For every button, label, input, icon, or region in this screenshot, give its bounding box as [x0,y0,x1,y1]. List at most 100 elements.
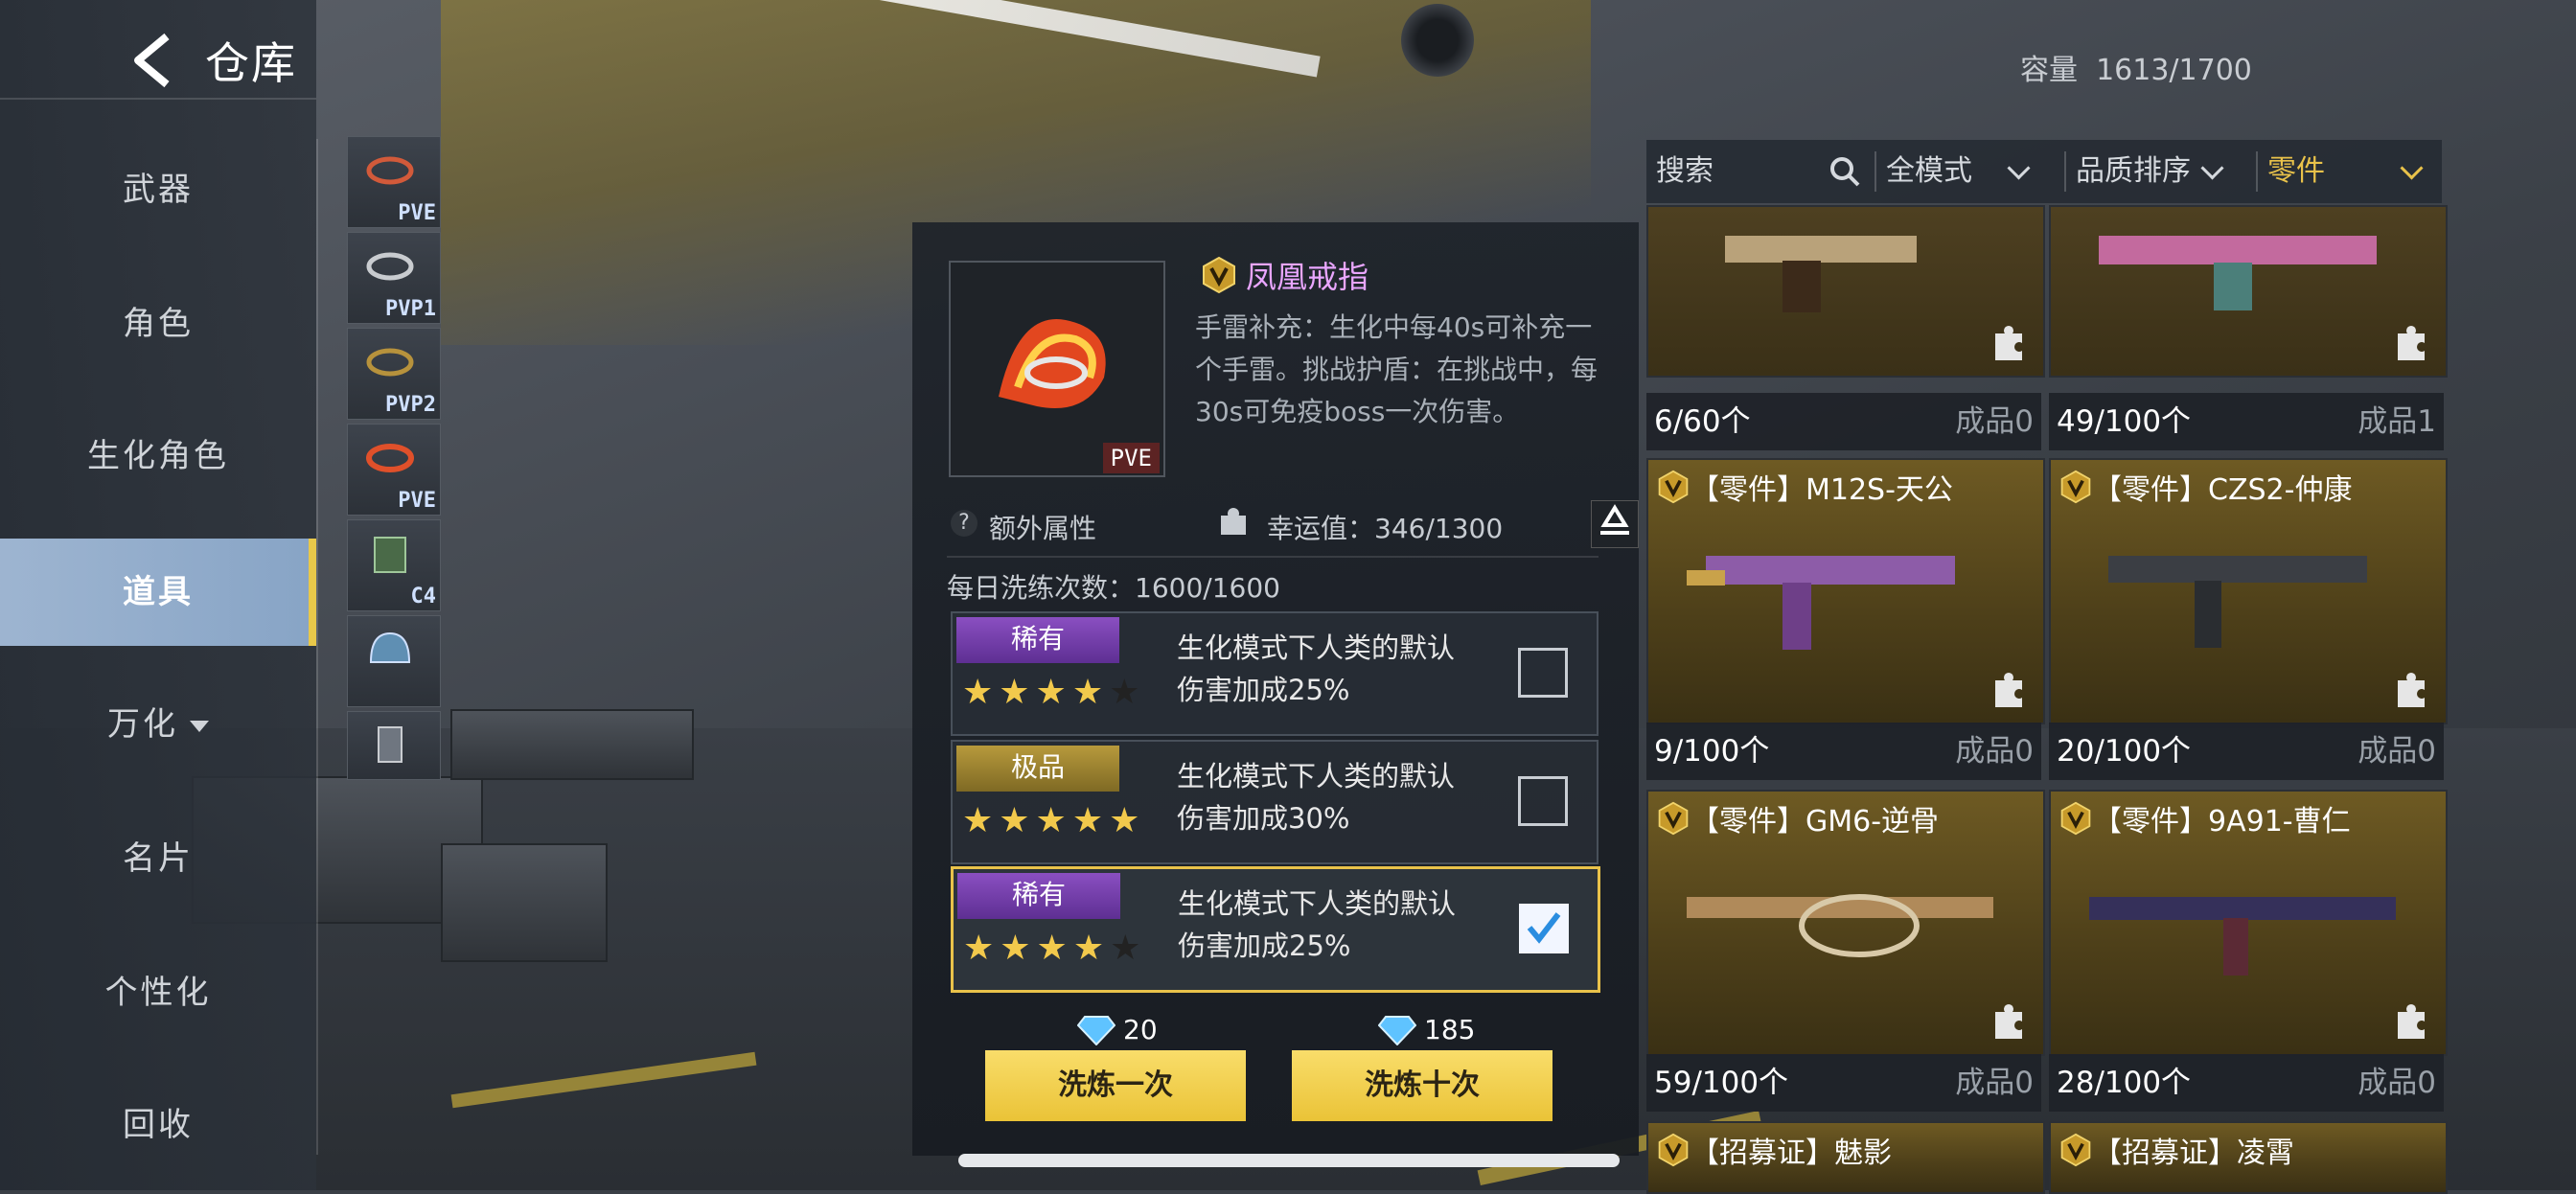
card-title: 【零件】CZS2-仲康 [2058,466,2352,508]
recycle-icon[interactable] [1591,500,1639,548]
puzzle-icon [2398,673,2425,707]
part-card[interactable] [1646,205,2045,378]
option-text: 生化模式下人类的默认 伤害加成30% [1177,755,1484,839]
nav-label: 武器 [123,171,194,209]
finished-count: 成品0 [1955,734,2034,769]
mode-dropdown[interactable]: 全模式 [1886,140,2031,203]
diamond-icon [1378,1015,1416,1045]
card-title: 【零件】M12S-天公 [1656,466,1953,508]
card-name: 【零件】CZS2-仲康 [2093,473,2353,507]
card-name: 【零件】M12S-天公 [1690,473,1953,507]
rifle-icon [2089,897,2396,976]
card-count-bar: 59/100个 成品0 [1646,1054,2041,1112]
part-card[interactable]: 【零件】M12S-天公 [1646,458,2045,724]
option-checkbox[interactable] [1518,648,1568,698]
puzzle-icon [2398,326,2425,360]
refine-once-button[interactable]: 洗炼一次 [985,1050,1246,1121]
nav-item-characters[interactable]: 角色 [0,270,316,378]
part-count: 49/100个 [2057,404,2192,439]
item-preview: PVE [949,261,1165,477]
part-count: 9/100个 [1654,734,1770,769]
nav-label: 角色 [123,305,194,343]
v-badge-icon [1658,801,1689,836]
cost-once: 20 [1077,1014,1158,1045]
phoenix-ring-icon [999,319,1106,408]
nav-item-personalize[interactable]: 个性化 [0,939,316,1046]
item-thumb[interactable] [347,711,441,780]
nav-item-weapons[interactable]: 武器 [0,136,316,243]
item-thumb[interactable]: PVP1 [347,232,441,324]
sort-label: 品质排序 [2076,154,2191,188]
help-icon[interactable]: ? [951,510,978,537]
item-description: 手雷补充：生化中每40s可补充一个手雷。挑战护盾：在挑战中，每30s可免疫bos… [1195,311,1598,427]
pve-badge: PVE [1102,443,1160,473]
option-text-line: 伤害加成30% [1177,802,1350,835]
rarity-badge: 稀有 [956,617,1119,663]
smg-icon [2108,556,2367,648]
thumb-label: PVP1 [385,297,436,321]
option-text-line: 生化模式下人类的默认 [1177,631,1456,664]
part-card[interactable]: 【零件】9A91-曹仁 [2049,790,2448,1056]
finished-count: 成品0 [2358,734,2436,769]
card-name: 【零件】GM6-逆骨 [1690,805,1940,838]
cost-value: 185 [1424,1014,1476,1045]
option-checkbox[interactable] [1518,776,1568,826]
card-name: 【招募证】魅影 [1690,1137,1892,1170]
part-card[interactable]: 【招募证】魅影 [1646,1121,2045,1194]
nav-item-recycle[interactable]: 回收 [0,1071,316,1179]
puzzle-icon [1995,673,2022,707]
cost-ten: 185 [1378,1014,1475,1045]
part-card[interactable]: 【零件】CZS2-仲康 [2049,458,2448,724]
nav-item-zombie-characters[interactable]: 生化角色 [0,402,316,510]
card-title: 【零件】GM6-逆骨 [1656,797,1939,839]
card-title: 【零件】9A91-曹仁 [2058,797,2351,839]
refine-option[interactable]: 极品 ★★★★★ 生化模式下人类的默认 伤害加成30% [951,740,1598,864]
capacity: 容量 1613/1700 [2020,46,2252,88]
item-thumb[interactable] [347,615,441,707]
nav-item-items[interactable]: 道具 [0,539,316,646]
finished-count: 成品0 [1955,1066,2034,1100]
home-indicator[interactable] [958,1154,1620,1167]
refine-option-selected[interactable]: 稀有 ★★★★★ 生化模式下人类的默认 伤害加成25% [951,866,1600,993]
item-thumb[interactable]: PVP2 [347,328,441,420]
option-checkbox-checked[interactable] [1519,904,1569,953]
part-card[interactable] [2049,205,2448,378]
card-count-bar: 49/100个 成品1 [2049,393,2444,450]
part-card[interactable]: 【招募证】凌霄 [2049,1121,2448,1194]
option-text: 生化模式下人类的默认 伤害加成25% [1177,627,1484,711]
nav-item-wanhua[interactable]: 万化 [0,671,316,778]
refine-ten-button[interactable]: 洗炼十次 [1292,1050,1552,1121]
nav-label: 生化角色 [87,437,229,475]
header: 仓库 [125,27,297,94]
card-name: 【招募证】凌霄 [2093,1137,2294,1170]
page-title: 仓库 [205,37,297,89]
item-thumb[interactable]: C4 [347,519,441,611]
star-rating: ★★★★★ [962,673,1146,712]
item-thumb[interactable]: PVE [347,136,441,228]
v-badge-icon [1658,1133,1689,1167]
part-count: 28/100个 [2057,1066,2192,1100]
nav-label: 个性化 [104,974,212,1012]
refine-option[interactable]: 稀有 ★★★★★ 生化模式下人类的默认 伤害加成25% [951,611,1598,736]
back-arrow-icon[interactable] [125,27,182,94]
sort-dropdown[interactable]: 品质排序 [2076,140,2224,203]
ring-icon [366,156,414,185]
extra-attr-label: 额外属性 [989,513,1097,544]
card-count-bar: 6/60个 成品0 [1646,393,2041,450]
category-dropdown[interactable]: 零件 [2267,140,2424,203]
nav-label: 道具 [123,573,194,611]
part-card[interactable]: 【零件】GM6-逆骨 [1646,790,2045,1056]
chevron-down-icon [2200,156,2224,180]
item-thumb[interactable]: PVE [347,424,441,516]
capacity-value: 1613/1700 [2096,54,2252,87]
finished-count: 成品1 [2358,404,2436,439]
puzzle-icon [2398,1004,2425,1039]
option-text-line: 生化模式下人类的默认 [1178,887,1457,920]
extra-attributes-row: ? 额外属性 幸运值：346/1300 [951,500,1639,558]
search-icon[interactable] [1828,155,1861,188]
nav-label: 万化 [107,705,178,744]
nav-item-namecard[interactable]: 名片 [0,805,316,912]
divider [2256,151,2258,192]
chevron-down-icon [2400,156,2424,180]
c4-icon [374,537,406,573]
